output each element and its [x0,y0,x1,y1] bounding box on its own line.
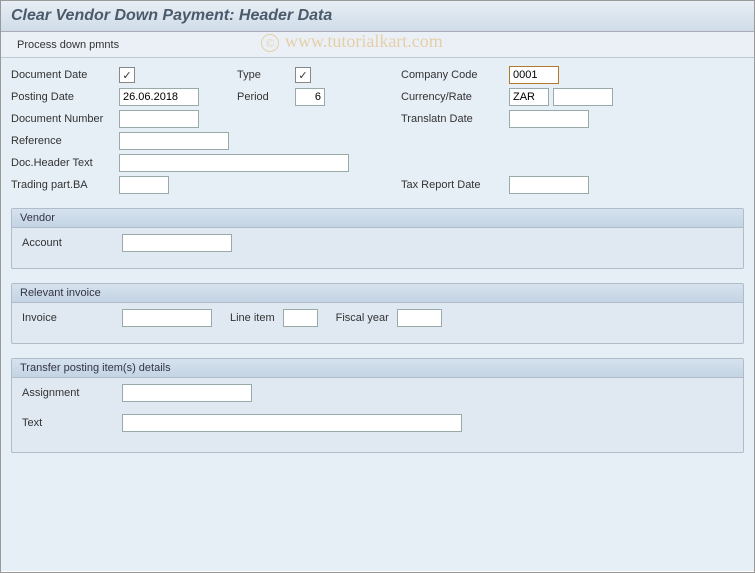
trading-part-ba-label: Trading part.BA [11,179,111,191]
company-code-label: Company Code [401,69,501,81]
title-bar: Clear Vendor Down Payment: Header Data [1,1,754,32]
vendor-account-input[interactable] [122,234,232,252]
doc-header-text-input[interactable] [119,154,349,172]
rate-input[interactable] [553,88,613,106]
posting-date-label: Posting Date [11,91,111,103]
line-item-label: Line item [230,312,275,324]
fiscal-year-input[interactable] [397,309,442,327]
reference-label: Reference [11,135,111,147]
transfer-posting-group: Transfer posting item(s) details Assignm… [11,358,744,453]
relevant-invoice-header: Relevant invoice [12,284,743,303]
header-form-grid: Document Date ✓ Type ✓ Company Code Post… [11,66,744,194]
doc-header-text-label: Doc.Header Text [11,157,111,169]
trading-part-ba-input[interactable] [119,176,169,194]
line-item-input[interactable] [283,309,318,327]
tax-report-date-input[interactable] [509,176,589,194]
reference-input[interactable] [119,132,229,150]
fiscal-year-label: Fiscal year [336,312,389,324]
app-window: Clear Vendor Down Payment: Header Data P… [0,0,755,573]
page-title: Clear Vendor Down Payment: Header Data [11,7,744,25]
toolbar: Process down pmnts [1,32,754,58]
document-date-checkbox[interactable]: ✓ [119,67,135,83]
period-label: Period [237,91,287,103]
translatn-date-label: Translatn Date [401,113,501,125]
transfer-posting-header: Transfer posting item(s) details [12,359,743,378]
tax-report-date-label: Tax Report Date [401,179,501,191]
assignment-input[interactable] [122,384,252,402]
period-input[interactable] [295,88,325,106]
process-down-pmnts-button[interactable]: Process down pmnts [11,37,125,53]
vendor-account-label: Account [22,237,114,249]
translatn-date-input[interactable] [509,110,589,128]
transfer-text-label: Text [22,417,114,429]
type-label: Type [237,69,287,81]
invoice-input[interactable] [122,309,212,327]
posting-date-input[interactable] [119,88,199,106]
currency-rate-label: Currency/Rate [401,91,501,103]
type-checkbox[interactable]: ✓ [295,67,311,83]
document-number-label: Document Number [11,113,111,125]
vendor-group-header: Vendor [12,209,743,228]
vendor-group: Vendor Account [11,208,744,269]
relevant-invoice-group: Relevant invoice Invoice Line item Fisca… [11,283,744,344]
transfer-text-input[interactable] [122,414,462,432]
company-code-input[interactable] [509,66,559,84]
main-form-area: Document Date ✓ Type ✓ Company Code Post… [1,58,754,571]
currency-input[interactable] [509,88,549,106]
assignment-label: Assignment [22,387,114,399]
document-number-input[interactable] [119,110,199,128]
invoice-label: Invoice [22,312,114,324]
document-date-label: Document Date [11,69,111,81]
